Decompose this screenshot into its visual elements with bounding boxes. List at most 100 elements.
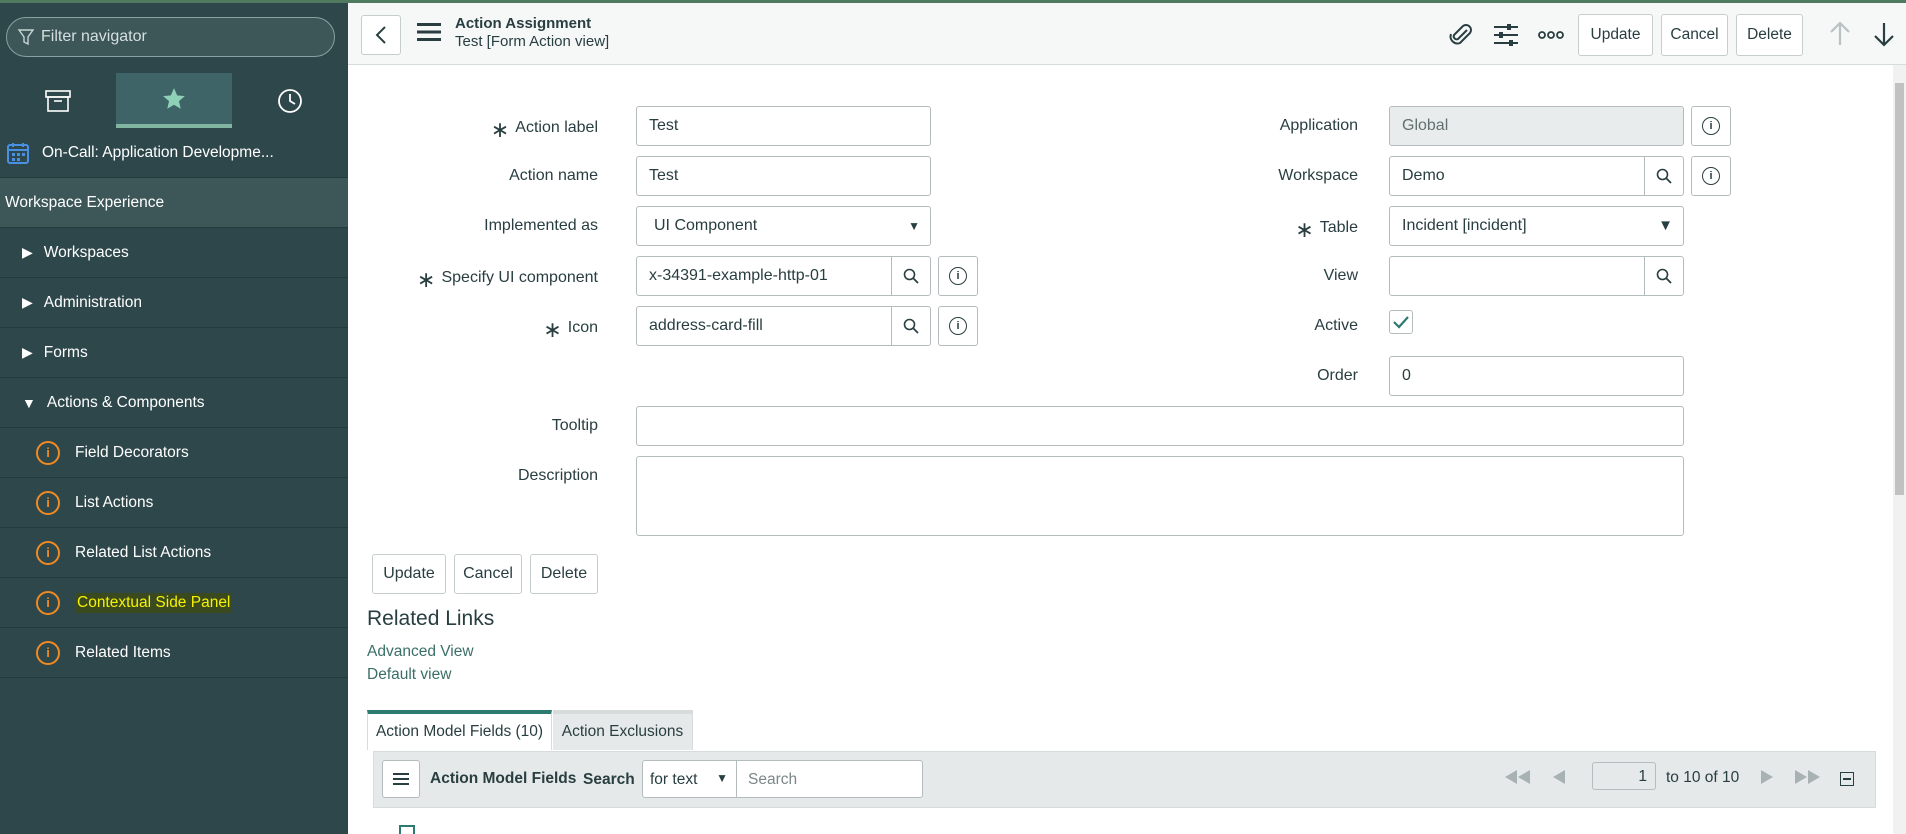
collapsed-triangle-icon: ▶ [22,344,33,360]
hamburger-icon [417,23,441,41]
workspace-label: Workspace [1278,167,1358,184]
workspace-input[interactable]: Demo [1389,156,1645,196]
table-label: ∗ Table [1295,217,1358,242]
ui-component-lookup-button[interactable] [891,256,931,296]
description-textarea[interactable] [636,456,1684,536]
header-cancel-button[interactable]: Cancel [1661,14,1728,56]
context-menu-button[interactable] [416,21,442,47]
list-menu-button[interactable] [382,760,420,798]
info-icon: i [949,267,967,285]
info-icon: i [36,490,60,515]
tab-action-model-fields[interactable]: Action Model Fields (10) [367,710,552,750]
implemented-as-value: UI Component [654,217,758,234]
collapse-list-button[interactable] [1840,772,1854,786]
form-header: Action Assignment Test [Form Action view… [348,3,1906,65]
advanced-view-link[interactable]: Advanced View [367,643,474,661]
header-delete-button[interactable]: Delete [1736,14,1803,56]
vertical-scrollbar[interactable] [1893,65,1906,834]
ellipsis-icon [1538,31,1564,39]
nav-module-actions-components[interactable]: ▼ Actions & Components [0,378,348,428]
dropdown-caret-icon: ▼ [908,219,920,233]
tab-action-exclusions[interactable]: Action Exclusions [553,710,693,750]
search-label: Search [583,771,635,788]
required-asterisk-icon: ∗ [417,267,436,292]
next-record-button[interactable] [1872,21,1896,51]
view-label: View [1323,267,1358,284]
nav-section-workspace-experience[interactable]: Workspace Experience [0,178,348,228]
tab-all-applications[interactable] [0,73,116,128]
view-lookup-button[interactable] [1644,256,1684,296]
nav-item-field-decorators[interactable]: i Field Decorators [0,428,348,478]
last-page-button[interactable] [1794,769,1824,789]
icon-label: ∗ Icon [543,317,598,342]
view-input[interactable] [1389,256,1645,296]
nav-module-administration[interactable]: ▶ Administration [0,278,348,328]
nav-item-related-items[interactable]: i Related Items [0,628,348,678]
application-label: Application [1279,117,1358,134]
workspace-info-button[interactable]: i [1691,156,1731,196]
scrollbar-thumb[interactable] [1895,83,1904,495]
tooltip-input[interactable] [636,406,1684,446]
ui-component-info-button[interactable]: i [938,256,978,296]
first-page-button[interactable] [1504,769,1534,789]
filter-navigator-input[interactable]: Filter navigator [6,17,335,57]
nav-item-list-actions[interactable]: i List Actions [0,478,348,528]
list-title: Action Model Fields [430,770,577,787]
paperclip-icon [1449,24,1472,45]
more-options-button[interactable] [1538,27,1564,44]
previous-record-button[interactable] [1828,21,1852,51]
tab-favorites[interactable] [116,73,232,128]
navigator-tabs [0,73,348,128]
table-select[interactable]: Incident [incident] ▼ [1389,206,1684,246]
previous-page-button[interactable] [1552,769,1566,789]
nav-module-label: Actions & Components [46,393,205,411]
form-update-button[interactable]: Update [372,554,446,594]
next-page-button[interactable] [1760,769,1774,789]
list-search-input[interactable]: Search [736,760,923,798]
search-field-value: for text [650,771,698,788]
personalize-form-button[interactable] [1493,22,1519,52]
page-title: Action Assignment [455,15,592,32]
nav-app-oncall[interactable]: On-Call: Application Developme... [0,128,348,178]
nav-item-label: Field Decorators [75,443,189,461]
attachment-button[interactable] [1448,22,1474,52]
nav-item-related-list-actions[interactable]: i Related List Actions [0,528,348,578]
nav-item-contextual-side-panel[interactable]: i Contextual Side Panel [0,578,348,628]
tab-history[interactable] [232,73,348,128]
icon-info-button[interactable]: i [938,306,978,346]
table-value: Incident [incident] [1402,217,1527,234]
chevron-left-icon [375,26,386,44]
collapsed-triangle-icon: ▶ [22,294,33,310]
star-icon [163,87,185,109]
implemented-as-select[interactable]: UI Component ▼ [636,206,931,246]
tooltip-label: Tooltip [551,417,598,434]
search-field-select[interactable]: for text ▼ [642,760,737,798]
header-update-button[interactable]: Update [1578,14,1653,56]
action-label-input[interactable]: Test [636,106,931,146]
required-asterisk-icon: ∗ [1295,217,1314,242]
info-icon: i [1702,117,1720,135]
required-asterisk-icon: ∗ [543,317,562,342]
nav-module-workspaces[interactable]: ▶ Workspaces [0,228,348,278]
default-view-link[interactable]: Default view [367,666,451,684]
form-delete-button[interactable]: Delete [530,554,598,594]
icon-input[interactable]: address-card-fill [636,306,892,346]
page-number-input[interactable]: 1 [1592,762,1656,790]
application-info-button[interactable]: i [1691,106,1731,146]
order-input[interactable]: 0 [1389,356,1684,396]
application-field: Global [1389,106,1684,146]
icon-lookup-button[interactable] [891,306,931,346]
checkmark-icon [1393,316,1409,329]
active-checkbox[interactable] [1389,310,1413,334]
form-cancel-button[interactable]: Cancel [454,554,522,594]
nav-module-label: Forms [43,343,88,361]
clock-icon [278,88,302,113]
action-name-input[interactable]: Test [636,156,931,196]
info-icon: i [949,317,967,335]
arrow-down-icon [1874,23,1894,47]
nav-module-forms[interactable]: ▶ Forms [0,328,348,378]
workspace-lookup-button[interactable] [1644,156,1684,196]
back-button[interactable] [361,15,401,55]
ui-component-input[interactable]: x-34391-example-http-01 [636,256,892,296]
nav-list: On-Call: Application Developme... Worksp… [0,128,348,678]
